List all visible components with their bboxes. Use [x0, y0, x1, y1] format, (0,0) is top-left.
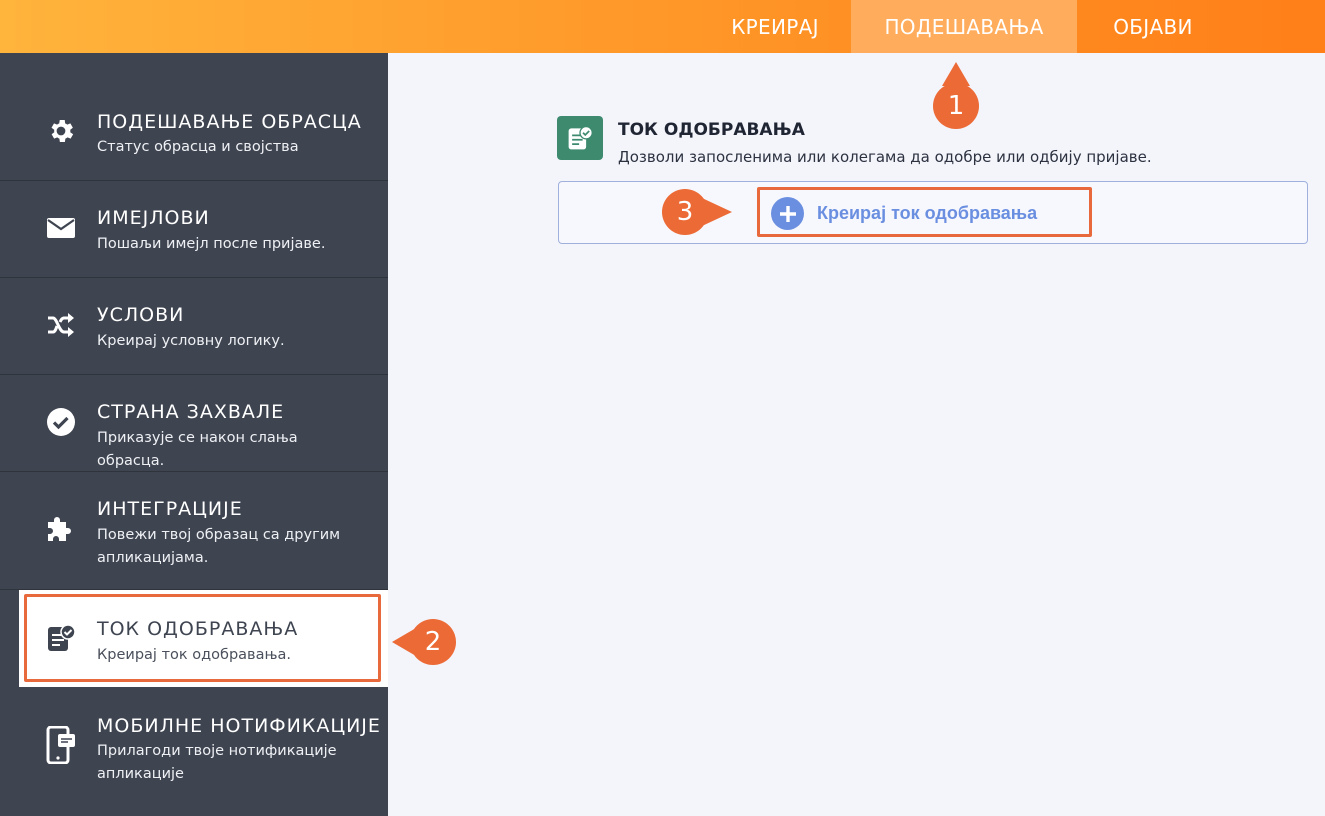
puzzle-icon — [44, 512, 78, 546]
plus-icon — [771, 197, 804, 230]
section-description: Дозволи запосленима или колегама да одоб… — [618, 148, 1152, 166]
sidebar-item-title: УСЛОВИ — [97, 304, 185, 326]
sidebar-item-title: ПОДЕШАВАЊЕ ОБРАСЦА — [97, 111, 362, 133]
sidebar-item-desc: Пошаљи имејл после пријаве. — [97, 236, 326, 252]
section-title: ТОК ОДОБРАВАЊА — [618, 120, 805, 140]
sidebar-item-title: ИНТЕГРАЦИЈЕ — [97, 498, 243, 520]
sidebar-item-desc: Статус обрасца и својства — [97, 139, 299, 155]
step-marker-1: 1 — [933, 83, 979, 129]
sidebar-item-integrations[interactable]: ИНТЕГРАЦИЈЕ Повежи твој образац са други… — [0, 472, 388, 590]
sidebar-item-desc: Креирај условну логику. — [97, 333, 285, 349]
tab-settings[interactable]: ПОДЕШАВАЊА — [851, 0, 1077, 53]
create-approval-flow-label: Креирај ток одобравања — [817, 203, 1038, 223]
sidebar-item-mobile-notifications[interactable]: МОБИЛНЕ НОТИФИКАЦИЈЕ Прилагоди твоје нот… — [0, 687, 388, 816]
sidebar-item-thank-you-page[interactable]: СТРАНА ЗАХВАЛЕ Приказује се након слања … — [0, 375, 388, 472]
approval-flow-icon — [557, 116, 603, 160]
sidebar-item-desc: Приказује се након слања обрасца. — [97, 430, 298, 469]
sidebar-item-form-settings[interactable]: ПОДЕШАВАЊЕ ОБРАСЦА Статус обрасца и свој… — [0, 53, 388, 181]
mobile-notification-icon — [44, 726, 78, 764]
approval-doc-icon — [44, 621, 78, 655]
sidebar-item-desc: Креирај ток одобравања. — [97, 647, 292, 663]
create-approval-flow-button[interactable]: Креирај ток одобравања — [757, 187, 1092, 237]
sidebar-item-emails[interactable]: ИМЕЈЛОВИ Пошаљи имејл после пријаве. — [0, 181, 388, 278]
check-circle-icon — [44, 405, 78, 439]
sidebar-item-desc: Повежи твој образац са другим апликација… — [97, 527, 341, 566]
sidebar-item-title: МОБИЛНЕ НОТИФИКАЦИЈЕ — [97, 715, 381, 737]
tab-publish[interactable]: ОБЈАВИ — [1078, 0, 1228, 53]
sidebar-item-desc: Прилагоди твоје нотификације апликације — [97, 743, 337, 782]
step-marker-3: 3 — [662, 189, 708, 235]
top-navigation: КРЕИРАЈ ПОДЕШАВАЊА ОБЈАВИ — [0, 0, 1325, 53]
sidebar-item-conditions[interactable]: УСЛОВИ Креирај условну логику. — [0, 278, 388, 375]
step-marker-2: 2 — [410, 619, 456, 665]
sidebar-item-title: ИМЕЈЛОВИ — [97, 207, 210, 229]
sidebar-item-title: ТОК ОДОБРАВАЊА — [97, 618, 299, 640]
envelope-icon — [44, 211, 78, 245]
gear-icon — [44, 114, 78, 148]
main-panel — [388, 53, 1325, 816]
tab-create[interactable]: КРЕИРАЈ — [700, 0, 850, 53]
sidebar-item-approval-flow[interactable]: ТОК ОДОБРАВАЊА Креирај ток одобравања. — [19, 590, 388, 687]
shuffle-icon — [44, 308, 78, 342]
sidebar-item-title: СТРАНА ЗАХВАЛЕ — [97, 401, 285, 423]
